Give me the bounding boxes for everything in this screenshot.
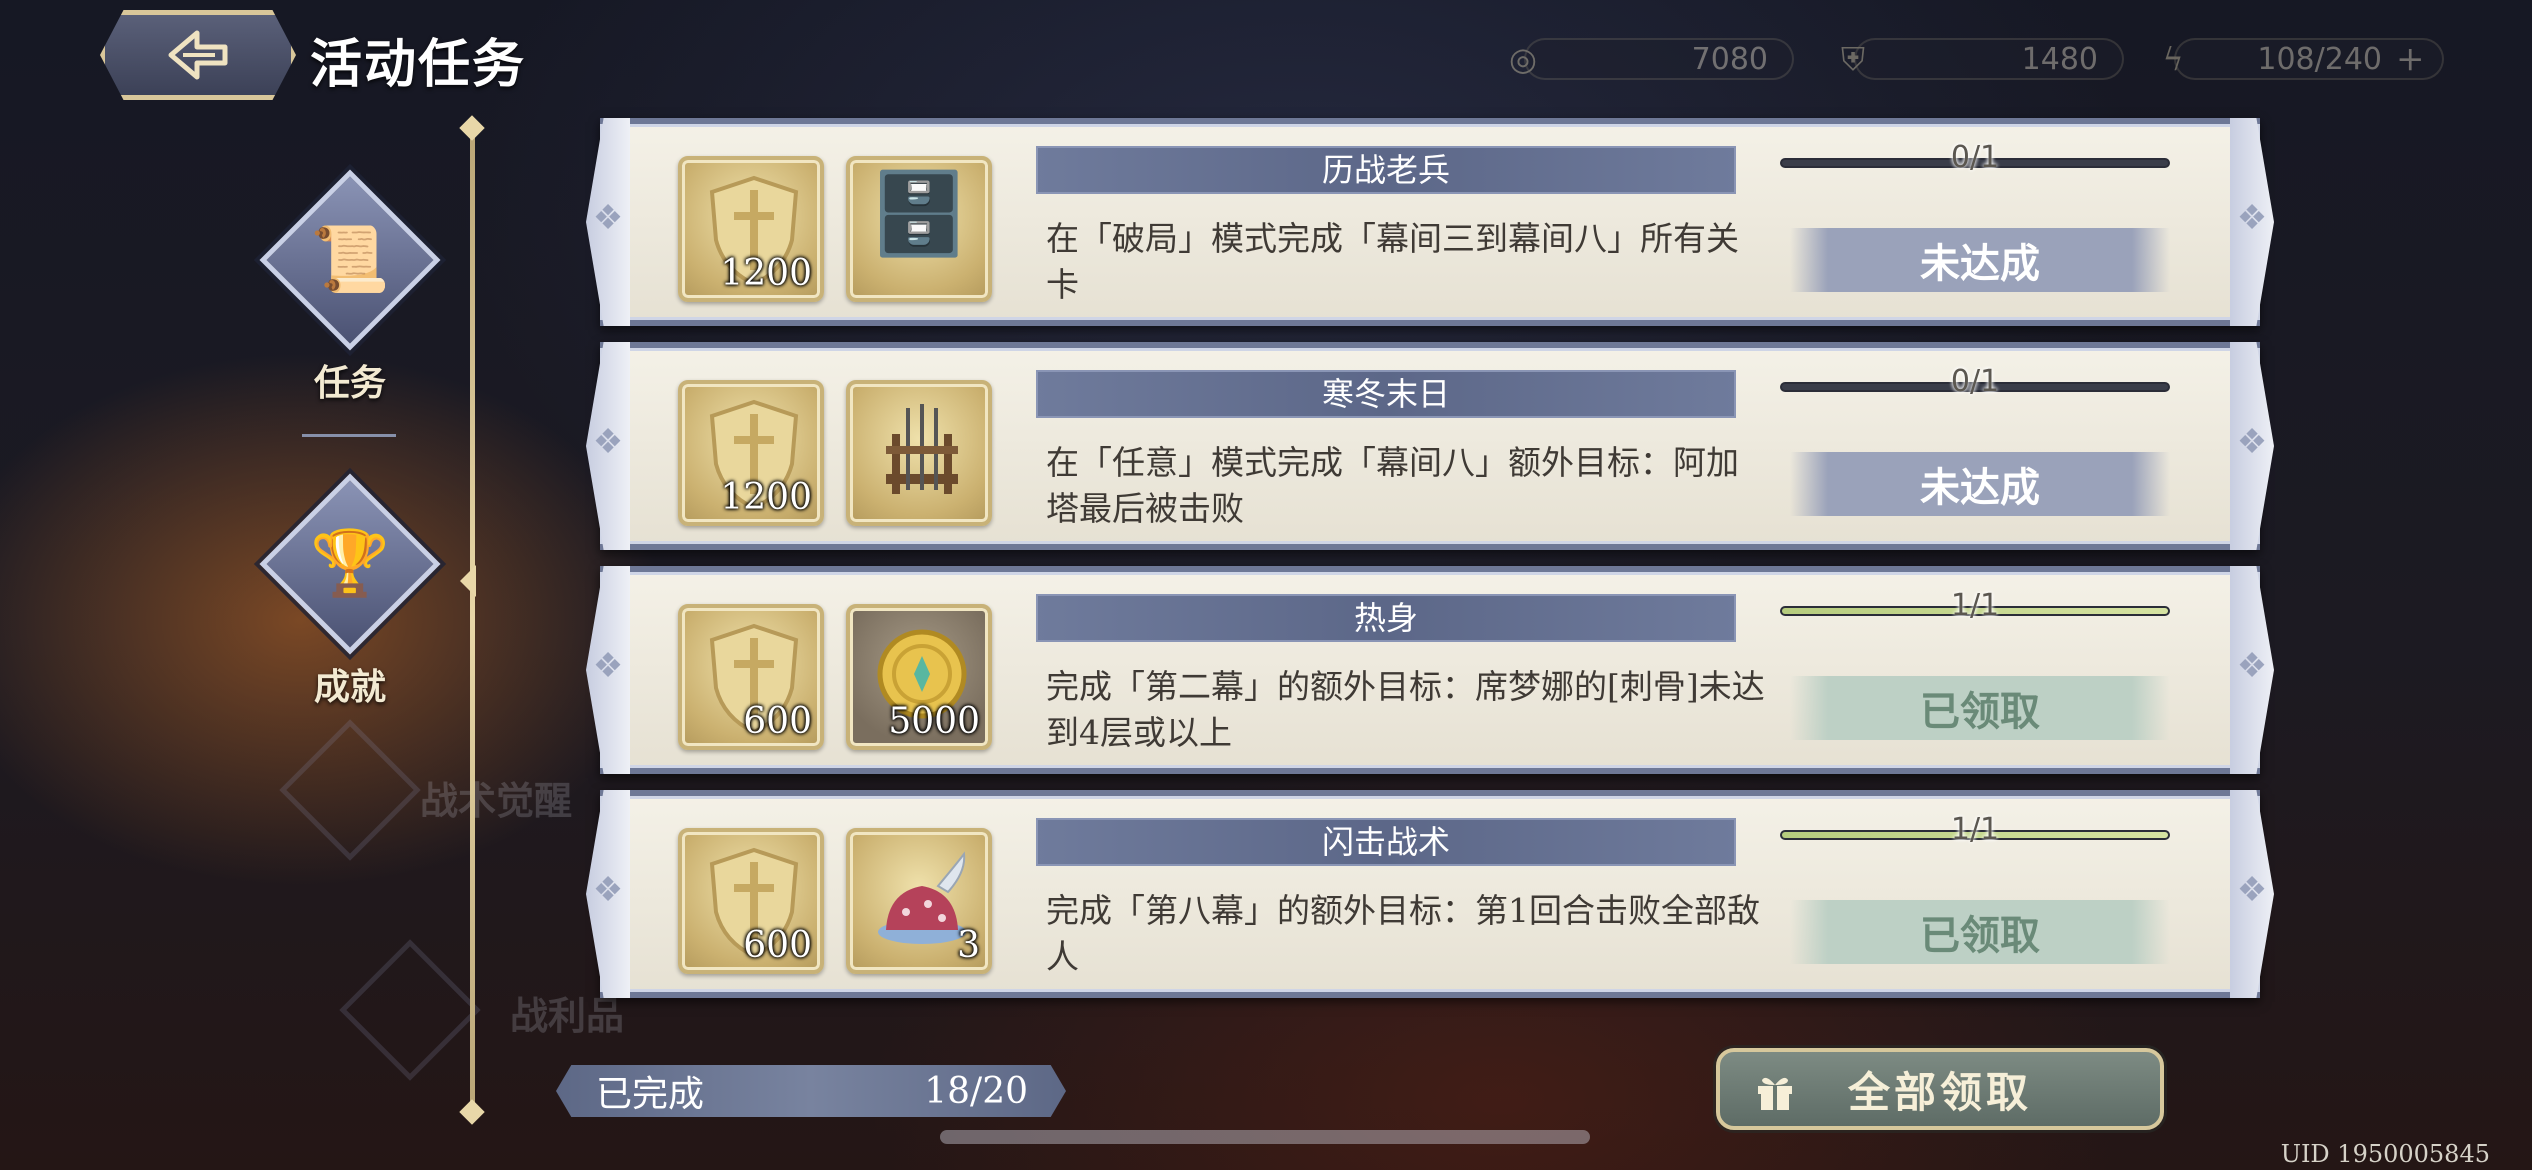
reward-item[interactable]: 5000 bbox=[846, 604, 992, 750]
reward-count: 5000 bbox=[888, 701, 980, 742]
reward-item[interactable] bbox=[846, 380, 992, 526]
task-card: ❖ ❖ 600 5000 热身 完成「第二幕」的额外目标：席梦娜的[刺骨]未达到… bbox=[586, 566, 2274, 774]
reward-count: 3 bbox=[957, 925, 980, 966]
claim-all-button[interactable]: 全部领取 bbox=[1716, 1048, 2164, 1130]
task-title: 寒冬末日 bbox=[1036, 370, 1736, 418]
card-ornament-right: ❖ bbox=[2230, 566, 2274, 774]
task-description: 完成「第二幕」的额外目标：席梦娜的[刺骨]未达到4层或以上 bbox=[1046, 667, 1765, 752]
resource-stamina: ϟ 108/240 + bbox=[2150, 36, 2444, 82]
lightning-icon: ϟ bbox=[2162, 40, 2184, 78]
nav-tab-label: 任务 bbox=[313, 362, 386, 404]
status-button[interactable]: 已领取 bbox=[1790, 676, 2170, 740]
weapon-rack-icon bbox=[886, 404, 958, 494]
task-title: 热身 bbox=[1036, 594, 1736, 642]
progress-text: 1/1 bbox=[1950, 812, 2000, 847]
card-ornament-left: ❖ bbox=[586, 342, 630, 550]
reward-item[interactable]: 🗄️ bbox=[846, 156, 992, 302]
progress-text: 0/1 bbox=[1950, 364, 2000, 399]
page-title: 活动任务 bbox=[310, 34, 527, 95]
reward-count: 1200 bbox=[720, 253, 812, 294]
task-description: 在「破局」模式完成「幕间三到幕间八」所有关卡 bbox=[1046, 219, 1739, 304]
task-list: ❖ ❖ 1200 🗄️ 历战老兵 在「破局」模式完成「幕间三到幕间八」所有关卡 … bbox=[586, 118, 2274, 1014]
status-button[interactable]: 未达成 bbox=[1790, 452, 2170, 516]
task-card: ❖ ❖ 1200 🗄️ 历战老兵 在「破局」模式完成「幕间三到幕间八」所有关卡 … bbox=[586, 118, 2274, 326]
reward-item[interactable]: 3 bbox=[846, 828, 992, 974]
reward-count: 1200 bbox=[720, 477, 812, 518]
reward-item[interactable]: 1200 bbox=[678, 380, 824, 526]
nav-divider bbox=[302, 434, 396, 437]
status-button[interactable]: 已领取 bbox=[1790, 900, 2170, 964]
task-card: ❖ ❖ 600 3 闪击战术 完成「第八幕」的额外目标：第1回合击败全部敌人 1… bbox=[586, 790, 2274, 998]
task-description: 在「任意」模式完成「幕间八」额外目标：阿加塔最后被击败 bbox=[1046, 443, 1739, 528]
reward-count: 600 bbox=[743, 701, 812, 742]
back-button[interactable] bbox=[100, 10, 296, 100]
nav-selection-marker bbox=[460, 565, 476, 597]
card-ornament-right: ❖ bbox=[2230, 342, 2274, 550]
card-ornament-right: ❖ bbox=[2230, 790, 2274, 998]
gift-icon bbox=[1758, 1077, 1792, 1110]
shield-badge-icon: ⛨ bbox=[1840, 39, 1865, 78]
reward-item[interactable]: 600 bbox=[678, 604, 824, 750]
card-ornament-left: ❖ bbox=[586, 790, 630, 998]
task-card: ❖ ❖ 1200 寒冬末日 在「任意」模式完成「幕间八」额外目标：阿加塔最后被击… bbox=[586, 342, 2274, 550]
completed-value: 18/20 bbox=[924, 1070, 1028, 1112]
reward-item[interactable]: 1200 bbox=[678, 156, 824, 302]
coin-icon: ◎ bbox=[1509, 40, 1537, 78]
ghost-text: 战术觉醒 bbox=[420, 778, 573, 823]
resource-coin: ◎ 7080 bbox=[1500, 36, 1794, 82]
claim-all-label: 全部领取 bbox=[1847, 1067, 2032, 1117]
progress-text: 1/1 bbox=[1950, 588, 2000, 623]
trophy-icon: 🏆 bbox=[259, 473, 441, 655]
reward-count: 600 bbox=[743, 925, 812, 966]
nav-tab-label: 成就 bbox=[313, 666, 386, 708]
task-title: 闪击战术 bbox=[1036, 818, 1736, 866]
nav-tab-tasks[interactable]: 📜 任务 bbox=[250, 169, 450, 406]
card-ornament-right: ❖ bbox=[2230, 118, 2274, 326]
completed-counter: 已完成 18/20 bbox=[556, 1065, 1066, 1117]
task-title: 历战老兵 bbox=[1036, 146, 1736, 194]
reward-item[interactable]: 600 bbox=[678, 828, 824, 974]
add-stamina-button[interactable]: + bbox=[2396, 39, 2425, 79]
back-arrow-icon bbox=[168, 30, 228, 80]
ghost-diamond bbox=[279, 719, 421, 861]
desk-icon: 🗄️ bbox=[869, 167, 969, 260]
card-ornament-left: ❖ bbox=[586, 118, 630, 326]
task-description: 完成「第八幕」的额外目标：第1回合击败全部敌人 bbox=[1046, 891, 1760, 976]
status-button[interactable]: 未达成 bbox=[1790, 228, 2170, 292]
nav-rail bbox=[470, 125, 475, 1115]
home-indicator[interactable] bbox=[940, 1130, 1590, 1144]
nav-tab-achievements[interactable]: 🏆 成就 bbox=[250, 473, 450, 710]
scroll-banner-icon: 📜 bbox=[259, 169, 441, 351]
completed-label: 已完成 bbox=[596, 1074, 705, 1115]
card-ornament-left: ❖ bbox=[586, 566, 630, 774]
resource-badge: ⛨ 1480 bbox=[1830, 36, 2124, 82]
uid-label: UID 1950005845 bbox=[2280, 1140, 2490, 1168]
ghost-diamond bbox=[339, 939, 481, 1081]
progress-text: 0/1 bbox=[1950, 140, 2000, 175]
